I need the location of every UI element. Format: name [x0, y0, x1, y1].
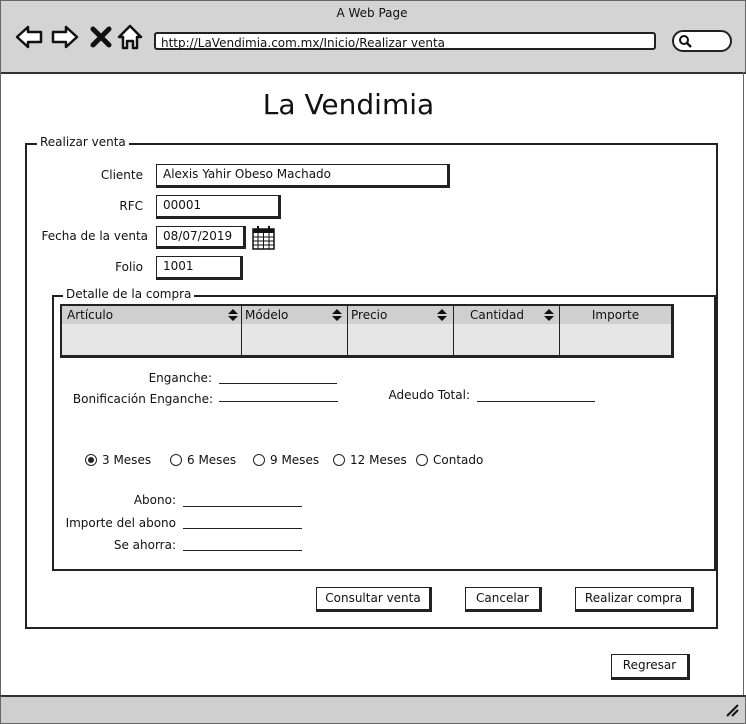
column-divider: [453, 306, 454, 357]
fecha-field[interactable]: 08/07/2019: [156, 226, 246, 249]
detalle-table[interactable]: Artículo Módelo Precio Cantidad Importe: [60, 304, 674, 358]
adeudo-value-line: [477, 401, 595, 402]
sort-icon[interactable]: [437, 309, 447, 321]
column-header[interactable]: Importe: [560, 306, 671, 324]
fecha-label: Fecha de la venta: [41, 229, 148, 243]
regresar-button[interactable]: Regresar: [611, 654, 690, 680]
enganche-value-line: [219, 383, 337, 384]
consultar-venta-button[interactable]: Consultar venta: [316, 587, 432, 612]
importe-abono-value-line: [183, 528, 302, 529]
column-header-label: Importe: [591, 308, 640, 322]
abono-label: Abono:: [133, 493, 176, 507]
page-title: La Vendimia: [262, 88, 435, 121]
browser-search-field[interactable]: [672, 30, 732, 52]
radio-3-meses[interactable]: [85, 454, 97, 466]
radio-label-3-meses: 3 Meses: [102, 453, 152, 467]
radio-12-meses[interactable]: [333, 454, 345, 466]
url-bar[interactable]: http://LaVendimia.com.mx/Inicio/Realizar…: [154, 32, 656, 50]
sort-icon[interactable]: [332, 309, 342, 321]
column-header[interactable]: Artículo: [62, 306, 241, 324]
folio-field[interactable]: 1001: [156, 256, 243, 280]
column-header-label: Precio: [351, 308, 388, 322]
calendar-icon[interactable]: [252, 225, 275, 250]
cancelar-button[interactable]: Cancelar: [465, 587, 542, 612]
radio-label-9-meses: 9 Meses: [270, 453, 320, 467]
close-x-icon[interactable]: [88, 22, 114, 52]
column-divider: [559, 306, 560, 357]
realizar-venta-legend: Realizar venta: [37, 135, 129, 149]
home-icon[interactable]: [116, 22, 144, 52]
sort-icon[interactable]: [228, 309, 238, 321]
bonificacion-label: Bonificación Enganche:: [72, 392, 213, 406]
abono-value-line: [183, 506, 302, 507]
radio-label-contado: Contado: [433, 453, 484, 467]
folio-label: Folio: [115, 260, 143, 274]
radio-9-meses[interactable]: [253, 454, 265, 466]
realizar-compra-button[interactable]: Realizar compra: [575, 587, 694, 612]
back-arrow-icon[interactable]: [14, 22, 44, 52]
column-header-label: Artículo: [67, 308, 114, 322]
rfc-field[interactable]: 00001: [156, 195, 281, 219]
bonificacion-value-line: [219, 401, 338, 402]
enganche-label: Enganche:: [148, 371, 212, 385]
column-header-label: Módelo: [245, 308, 289, 322]
radio-6-meses[interactable]: [170, 454, 182, 466]
radio-label-6-meses: 6 Meses: [187, 453, 237, 467]
column-divider: [347, 306, 348, 357]
sort-icon[interactable]: [544, 309, 554, 321]
column-divider: [241, 306, 242, 357]
resize-grip-icon[interactable]: [725, 703, 739, 717]
search-icon: [679, 35, 692, 48]
detalle-compra-legend: Detalle de la compra: [63, 287, 195, 301]
radio-label-12-meses: 12 Meses: [350, 453, 407, 467]
radio-contado[interactable]: [416, 454, 428, 466]
importe-abono-label: Importe del abono: [65, 516, 176, 530]
se-ahorra-label: Se ahorra:: [113, 538, 176, 552]
column-header-label: Cantidad: [470, 308, 524, 322]
adeudo-label: Adeudo Total:: [388, 388, 470, 402]
cliente-label: Cliente: [100, 168, 143, 182]
forward-arrow-icon[interactable]: [50, 22, 80, 52]
window-title: A Web Page: [336, 6, 408, 20]
browser-status-bar: [0, 695, 746, 724]
cliente-field[interactable]: Alexis Yahir Obeso Machado: [156, 164, 450, 188]
rfc-label: RFC: [119, 199, 143, 213]
se-ahorra-value-line: [183, 550, 302, 551]
